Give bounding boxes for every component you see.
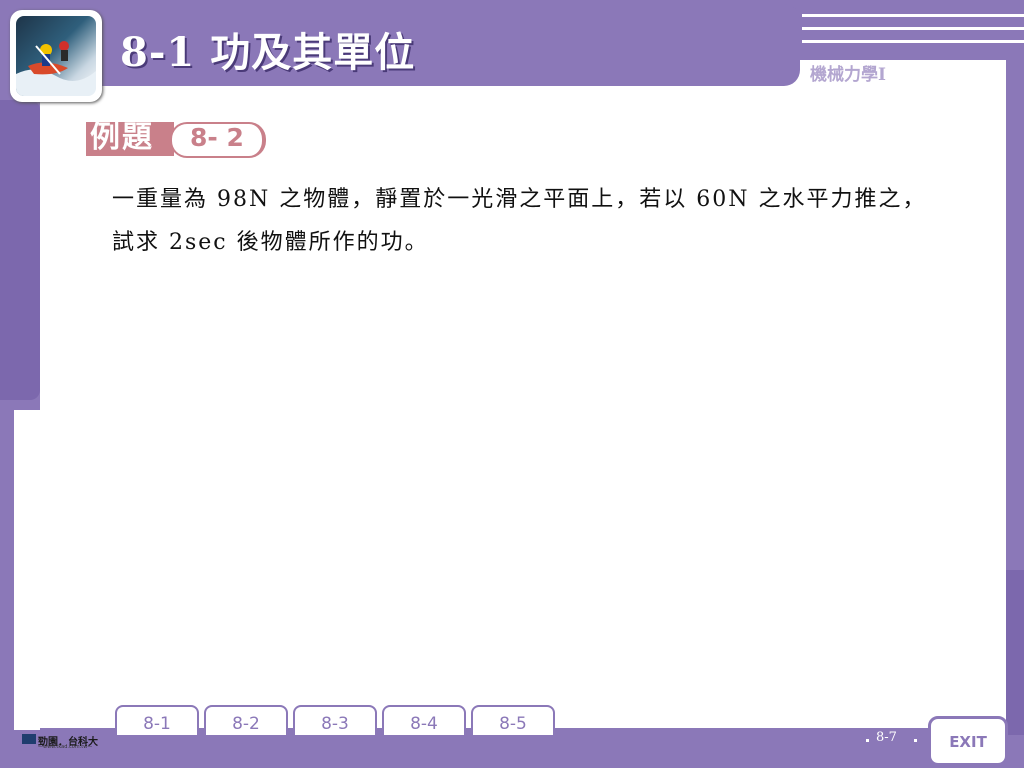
page-title: 8-1 功及其單位 (120, 29, 416, 76)
publisher-logo: 勁園．台科大 —www.tkad.com.tw— (18, 730, 98, 750)
tab-8-4[interactable]: 8-4 (382, 705, 466, 735)
problem-line: 試求 2sec 後物體所作的功。 (112, 230, 429, 255)
problem-text: 一重量為 98N 之物體，靜置於一光滑之平面上，若以 60N 之水平力推之， 試… (112, 178, 992, 264)
header-lines (802, 4, 1024, 48)
page-number: 8-7 (876, 730, 897, 745)
subject-label: 機械力學I (810, 65, 886, 85)
rafting-photo-icon (16, 41, 96, 96)
publisher-url: —www.tkad.com.tw— (38, 744, 93, 750)
left-frame-strip (0, 100, 40, 400)
tab-8-2[interactable]: 8-2 (204, 705, 288, 735)
exit-button[interactable]: EXIT (928, 716, 1008, 766)
problem-line: 一重量為 98N 之物體，靜置於一光滑之平面上，若以 60N 之水平力推之， (112, 187, 927, 212)
content-area (40, 60, 1006, 728)
example-word: 例題 (90, 120, 154, 155)
page-dot-right (914, 739, 917, 742)
chapter-photo (10, 10, 102, 102)
tab-8-5[interactable]: 8-5 (471, 705, 555, 735)
tab-8-3[interactable]: 8-3 (293, 705, 377, 735)
example-label: 例題 8- 2 (86, 120, 266, 158)
left-inner-panel (14, 410, 40, 730)
publisher-logo-icon (22, 734, 36, 744)
example-number: 8- 2 (190, 123, 244, 152)
page-dot-left (866, 739, 869, 742)
chapter-photo-image (16, 16, 96, 96)
tab-8-1[interactable]: 8-1 (115, 705, 199, 735)
